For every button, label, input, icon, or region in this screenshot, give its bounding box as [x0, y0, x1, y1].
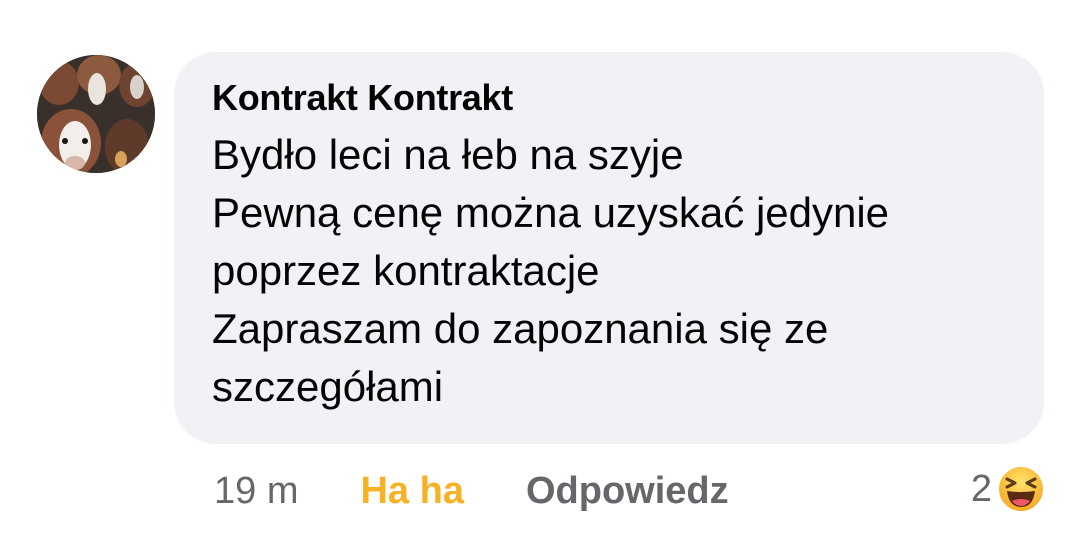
comment-timestamp[interactable]: 19 m	[214, 466, 298, 516]
comment-line: Pewną cenę można uzyskać jedynie	[212, 189, 890, 236]
comment-line: poprzez kontraktacje	[212, 247, 600, 294]
reaction-count: 2	[970, 468, 992, 510]
haha-emoji-icon	[996, 464, 1046, 514]
reaction-summary[interactable]: 2	[971, 462, 1046, 516]
comment-line: szczegółami	[212, 363, 444, 410]
cattle-photo-icon	[37, 55, 155, 173]
comment-line: Zapraszam do zapoznania się ze	[212, 305, 829, 352]
avatar[interactable]	[37, 55, 155, 173]
haha-reaction-button[interactable]: Ha ha	[360, 466, 463, 516]
comment-bubble[interactable]: Kontrakt Kontrakt Bydło leci na łeb na s…	[174, 52, 1044, 444]
comment-actions: 19 m Ha ha Odpowiedz	[214, 466, 729, 516]
comment-text: Bydło leci na łeb na szyje Pewną cenę mo…	[212, 126, 1014, 416]
reply-button[interactable]: Odpowiedz	[526, 466, 729, 516]
comment-author[interactable]: Kontrakt Kontrakt	[212, 76, 1014, 120]
comment-line: Bydło leci na łeb na szyje	[212, 131, 684, 178]
